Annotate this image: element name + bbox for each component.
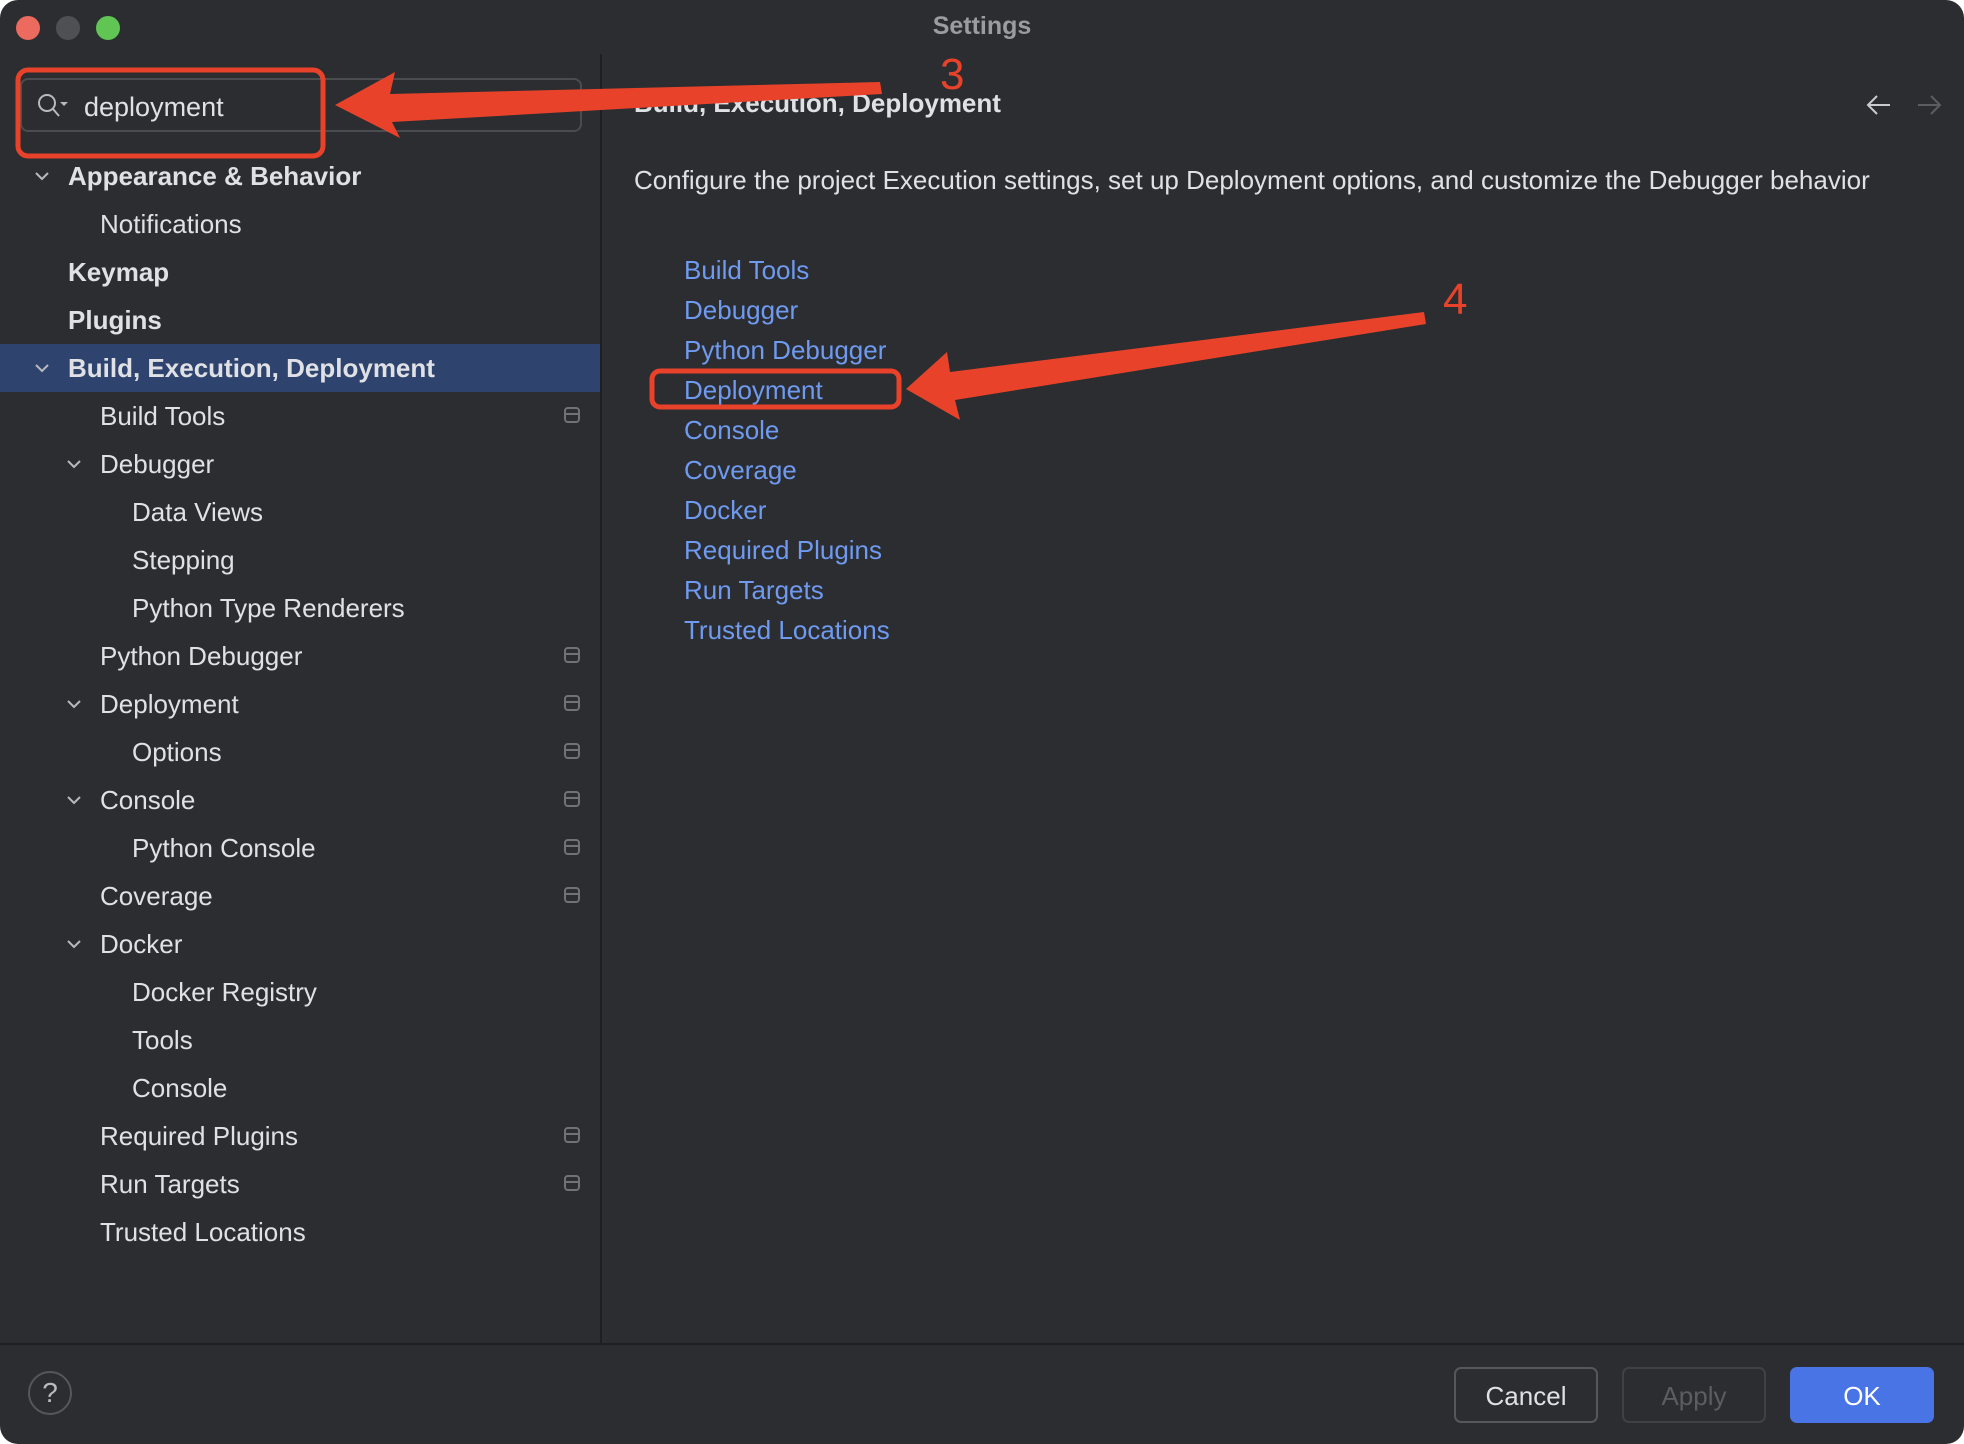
tree-item[interactable]: Required Plugins bbox=[0, 1112, 600, 1160]
project-level-icon bbox=[564, 839, 580, 855]
clear-search-icon[interactable]: ✕ bbox=[540, 94, 562, 116]
tree-item-label: Coverage bbox=[100, 880, 213, 911]
project-level-icon bbox=[564, 1127, 580, 1143]
settings-window: Settings ✕ Appearance & Behavior Notifica… bbox=[0, 0, 1964, 1444]
tree-item[interactable]: Stepping bbox=[0, 536, 600, 584]
tree-item-label: Console bbox=[132, 1072, 228, 1103]
tree-item-label: Python Console bbox=[132, 832, 316, 863]
arrow-left-icon[interactable] bbox=[1864, 92, 1894, 118]
tree-item-label: Required Plugins bbox=[100, 1120, 299, 1151]
search-field[interactable]: ✕ bbox=[20, 78, 582, 132]
tree-item[interactable]: Notifications bbox=[0, 200, 600, 248]
project-level-icon bbox=[564, 791, 580, 807]
tree-item-label: Build Tools bbox=[100, 400, 226, 431]
subpage-link[interactable]: Debugger bbox=[684, 290, 890, 330]
subpage-link[interactable]: Build Tools bbox=[684, 250, 890, 290]
project-level-icon bbox=[564, 887, 580, 903]
page-description: Configure the project Execution settings… bbox=[634, 165, 1870, 195]
tree-item[interactable]: Plugins bbox=[0, 296, 600, 344]
tree-item[interactable]: Keymap bbox=[0, 248, 600, 296]
subpage-link[interactable]: Console bbox=[684, 410, 890, 450]
tree-item[interactable]: Debugger bbox=[0, 440, 600, 488]
help-button[interactable]: ? bbox=[28, 1371, 72, 1415]
subpage-link[interactable]: Deployment bbox=[684, 370, 890, 410]
settings-content: Build, Execution, Deployment Configure t… bbox=[602, 54, 1964, 1343]
project-level-icon bbox=[564, 1175, 580, 1191]
ok-button[interactable]: OK bbox=[1790, 1367, 1934, 1423]
tree-item[interactable]: Console bbox=[0, 1064, 600, 1112]
tree-item-label: Options bbox=[132, 736, 222, 767]
tree-item[interactable]: Docker Registry bbox=[0, 968, 600, 1016]
tree-item[interactable]: Docker bbox=[0, 920, 600, 968]
tree-item-label: Appearance & Behavior bbox=[68, 160, 362, 191]
tree-item[interactable]: Python Debugger bbox=[0, 632, 600, 680]
chevron-down-icon[interactable] bbox=[64, 790, 84, 810]
subpage-links: Build Tools Debugger Python Debugger Deploy… bbox=[684, 250, 890, 650]
tree-item[interactable]: Tools bbox=[0, 1016, 600, 1064]
tree-item[interactable]: Build Tools bbox=[0, 392, 600, 440]
subpage-link[interactable]: Run Targets bbox=[684, 570, 890, 610]
chevron-down-icon[interactable] bbox=[64, 454, 84, 474]
tree-item-label: Build, Execution, Deployment bbox=[68, 352, 435, 383]
chevron-down-icon[interactable] bbox=[64, 934, 84, 954]
project-level-icon bbox=[564, 647, 580, 663]
tree-item[interactable]: Data Views bbox=[0, 488, 600, 536]
tree-item-label: Docker Registry bbox=[132, 976, 317, 1007]
search-input[interactable] bbox=[82, 89, 506, 125]
search-icon[interactable] bbox=[36, 92, 70, 120]
subpage-link[interactable]: Coverage bbox=[684, 450, 890, 490]
tree-item[interactable]: Console bbox=[0, 776, 600, 824]
tree-item-label: Trusted Locations bbox=[100, 1216, 306, 1247]
settings-sidebar: ✕ Appearance & Behavior Notifications Keym… bbox=[0, 54, 600, 1343]
tree-item-label: Notifications bbox=[100, 208, 242, 239]
subpage-link[interactable]: Required Plugins bbox=[684, 530, 890, 570]
title-bar: Settings bbox=[0, 0, 1964, 54]
apply-button[interactable]: Apply bbox=[1622, 1367, 1766, 1423]
subpage-link[interactable]: Docker bbox=[684, 490, 890, 530]
tree-item-label: Data Views bbox=[132, 496, 264, 527]
tree-item-label: Plugins bbox=[68, 304, 162, 335]
settings-tree: Appearance & Behavior Notifications Keymap… bbox=[0, 152, 600, 1256]
chevron-down-icon[interactable] bbox=[32, 358, 52, 378]
tree-item[interactable]: Python Type Renderers bbox=[0, 584, 600, 632]
window-title: Settings bbox=[932, 12, 1032, 40]
tree-item[interactable]: Build, Execution, Deployment bbox=[0, 344, 600, 392]
tree-item[interactable]: Deployment bbox=[0, 680, 600, 728]
annotation-number-4: 4 bbox=[1443, 275, 1468, 324]
tree-item-label: Python Type Renderers bbox=[132, 592, 405, 623]
annotation-number-3: 3 bbox=[940, 50, 965, 99]
tree-item[interactable]: Python Console bbox=[0, 824, 600, 872]
tree-item-label: Python Debugger bbox=[100, 640, 303, 671]
tree-item[interactable]: Options bbox=[0, 728, 600, 776]
project-level-icon bbox=[564, 695, 580, 711]
subpage-link[interactable]: Python Debugger bbox=[684, 330, 890, 370]
cancel-button[interactable]: Cancel bbox=[1454, 1367, 1598, 1423]
tree-item-label: Docker bbox=[100, 928, 183, 959]
tree-item-label: Console bbox=[100, 784, 196, 815]
chevron-down-icon[interactable] bbox=[32, 166, 52, 186]
tree-item[interactable]: Appearance & Behavior bbox=[0, 152, 600, 200]
tree-item-label: Tools bbox=[132, 1024, 193, 1055]
subpage-link[interactable]: Trusted Locations bbox=[684, 610, 890, 650]
project-level-icon bbox=[564, 407, 580, 423]
tree-item[interactable]: Trusted Locations bbox=[0, 1208, 600, 1256]
tree-item[interactable]: Run Targets bbox=[0, 1160, 600, 1208]
chevron-down-icon[interactable] bbox=[64, 694, 84, 714]
arrow-right-icon[interactable] bbox=[1914, 92, 1944, 118]
tree-item-label: Keymap bbox=[68, 256, 170, 287]
tree-item-label: Stepping bbox=[132, 544, 235, 575]
tree-item-label: Run Targets bbox=[100, 1168, 240, 1199]
project-level-icon bbox=[564, 743, 580, 759]
dialog-footer: ? Cancel Apply OK bbox=[0, 1345, 1964, 1444]
tree-item-label: Debugger bbox=[100, 448, 215, 479]
tree-item-label: Deployment bbox=[100, 688, 239, 719]
tree-item[interactable]: Coverage bbox=[0, 872, 600, 920]
